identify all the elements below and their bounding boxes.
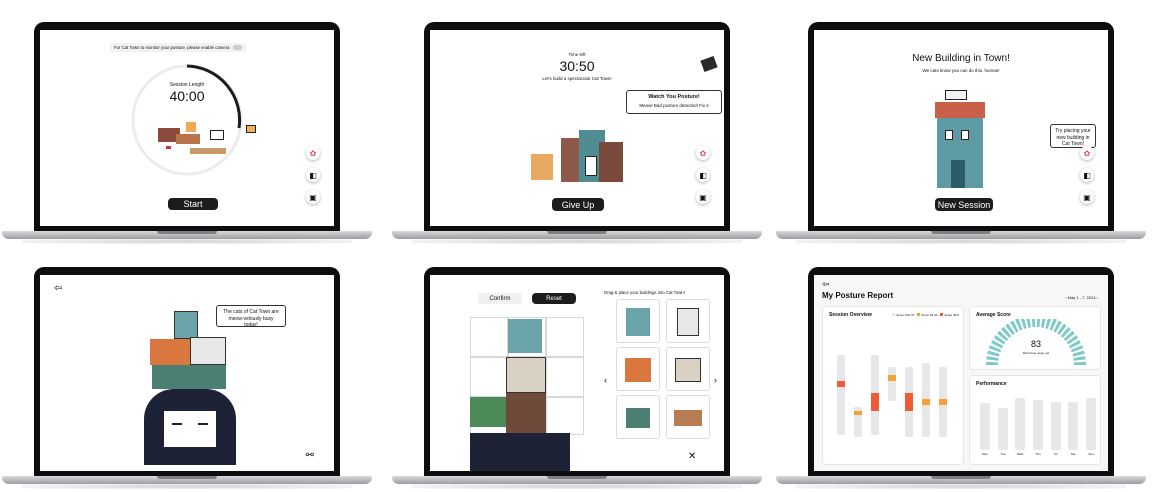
laptop-active-session: Time left 30:50 Let's build a spectacula… <box>392 22 762 248</box>
screen: For Cat Town to monitor your posture, pl… <box>40 30 334 226</box>
date-range[interactable]: ‹ May 1 - 7, 2024 › <box>1065 295 1098 300</box>
screen: Confirm Reset Drag & place your building… <box>430 275 724 471</box>
gallery-icon[interactable]: ▣ <box>306 190 320 204</box>
person-head-art <box>144 389 236 465</box>
posture-warning: Watch You Posture! Meow! Bad posture det… <box>626 90 722 114</box>
building-art <box>555 130 629 186</box>
performance-bar <box>1015 398 1025 450</box>
laptop-new-building: New Building in Town! We cats know you c… <box>776 22 1146 248</box>
mid-segment <box>888 375 896 381</box>
confirm-button[interactable]: Confirm <box>478 293 522 304</box>
screen: Time left 30:50 Let's build a spectacula… <box>430 30 724 226</box>
session-bar <box>888 367 896 401</box>
performance-chart: Mon Tue Wed Thu Fri Sat Sun <box>980 390 1096 460</box>
performance-bar <box>998 408 1008 450</box>
performance-day-label: Sun <box>1088 452 1094 456</box>
performance-bar <box>1033 400 1043 450</box>
chevron-left-icon[interactable]: ‹ <box>604 375 607 385</box>
laptop-posture-report: ⇦ My Posture Report ‹ May 1 - 7, 2024 › … <box>776 267 1146 492</box>
session-overview-card: Session Overview Score 100-70 Score 69-4… <box>822 306 964 465</box>
performance-bar <box>980 403 990 450</box>
building-palette <box>616 299 712 439</box>
bad-segment <box>837 381 845 387</box>
session-time: 30:50 <box>559 58 595 74</box>
bad-segment <box>871 393 879 411</box>
screen: ⇦ The cats of Cat Town are meow-velously… <box>40 275 334 471</box>
house-art <box>931 90 989 190</box>
performance-bar <box>1068 402 1078 450</box>
mid-segment <box>922 399 930 405</box>
building-option[interactable] <box>616 299 660 343</box>
performance-bar <box>1086 398 1096 450</box>
laptop-cat-town: ⇦ The cats of Cat Town are meow-velously… <box>2 267 372 492</box>
session-subtitle: Let's build a spectacular Cat Town! <box>542 76 612 81</box>
performance-day-label: Mon <box>982 452 988 456</box>
average-value: 83 <box>1030 339 1041 349</box>
paw-icon[interactable]: ✿ <box>306 146 320 160</box>
overview-title: Session Overview <box>829 312 872 318</box>
page-title: My Posture Report <box>822 291 894 300</box>
average-title: Average Score <box>976 312 1011 318</box>
building-option[interactable] <box>666 299 710 343</box>
session-time: 40:00 <box>169 88 205 104</box>
page-subtitle: We cats know you can do this, human! <box>922 68 1000 73</box>
average-score-card: Average Score 83 Well done, keep up! <box>969 306 1101 370</box>
paw-icon[interactable]: ✿ <box>1080 146 1094 160</box>
performance-day-label: Tue <box>1000 452 1006 456</box>
bone-icon[interactable]: ⚯ <box>306 450 314 461</box>
cat-art <box>210 130 224 140</box>
laptop-session-setup: For Cat Town to monitor your posture, pl… <box>2 22 372 248</box>
performance-day-label: Wed <box>1016 452 1024 456</box>
chevron-right-icon[interactable]: › <box>714 375 717 385</box>
performance-day-label: Sat <box>1070 452 1076 456</box>
back-arrow-icon[interactable]: ⇦ <box>822 279 830 290</box>
performance-bar <box>1051 402 1061 450</box>
gallery-icon[interactable]: ▣ <box>696 190 710 204</box>
timer-ring[interactable] <box>129 62 245 178</box>
gallery-icon[interactable]: ▣ <box>1080 190 1094 204</box>
mid-segment <box>939 399 947 405</box>
tip-bubble: Try placing your new building in Cat Tow… <box>1050 124 1096 148</box>
performance-card: Performance Mon Tue Wed Thu Fri Sat Sun <box>969 375 1101 465</box>
performance-title: Performance <box>976 381 1007 387</box>
cat-head-icon <box>246 125 256 133</box>
planks-art <box>190 148 226 154</box>
performance-day-label: Thu <box>1035 452 1041 456</box>
screen: New Building in Town! We cats know you c… <box>814 30 1108 226</box>
reset-button[interactable]: Reset <box>532 293 576 304</box>
start-button[interactable]: Start <box>168 198 218 210</box>
time-left-label: Time left <box>568 52 586 57</box>
overview-legend: Score 100-70 Score 69-40 Score 39-0 <box>892 313 959 317</box>
building-option[interactable] <box>616 347 660 391</box>
camera-icon[interactable]: ◧ <box>306 168 320 182</box>
building-option[interactable] <box>616 395 660 439</box>
page-title: New Building in Town! <box>912 53 1010 64</box>
camera-notice: For Cat Town to monitor your posture, pl… <box>110 43 246 52</box>
screen: ⇦ My Posture Report ‹ May 1 - 7, 2024 › … <box>814 275 1108 471</box>
cat-with-crate-art <box>531 154 553 180</box>
performance-day-label: Fri <box>1054 452 1058 456</box>
building-option[interactable] <box>666 395 710 439</box>
paw-icon[interactable]: ✿ <box>696 146 710 160</box>
placement-grid[interactable] <box>470 317 584 435</box>
mid-segment <box>854 411 862 415</box>
give-up-button[interactable]: Give Up <box>552 198 604 211</box>
camera-toggle[interactable] <box>232 45 242 50</box>
camera-icon[interactable]: ◧ <box>1080 168 1094 182</box>
close-icon[interactable]: ✕ <box>688 451 696 462</box>
session-bar <box>837 355 845 435</box>
laptop-building-placement: Confirm Reset Drag & place your building… <box>392 267 762 492</box>
stacked-buildings-art <box>148 311 232 391</box>
person-head-art <box>470 433 570 471</box>
average-caption: Well done, keep up! <box>1022 351 1050 355</box>
building-option[interactable] <box>666 347 710 391</box>
drag-instruction: Drag & place your buildings into Cat Tow… <box>604 290 685 295</box>
bad-segment <box>905 393 913 411</box>
back-arrow-icon[interactable]: ⇦ <box>54 283 62 294</box>
new-session-button[interactable]: New Session <box>935 198 993 211</box>
camera-icon[interactable]: ◧ <box>696 168 710 182</box>
